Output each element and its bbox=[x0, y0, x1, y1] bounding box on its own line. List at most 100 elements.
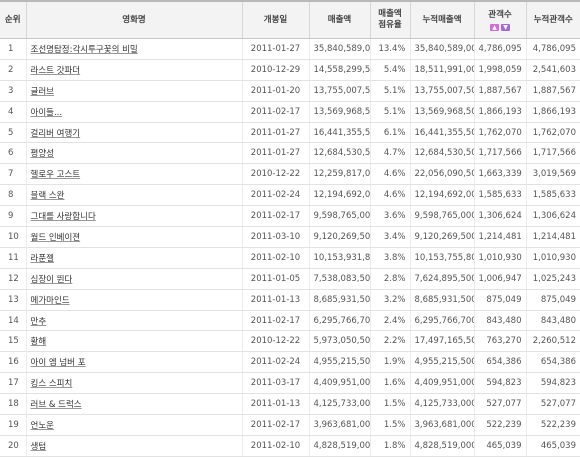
cumulative-sales-cell: 3,963,681,000 bbox=[409, 414, 474, 436]
movie-title-link[interactable]: 걸리버 여행기 bbox=[31, 129, 81, 139]
movie-title-link[interactable]: 아이 엠 넘버 포 bbox=[31, 358, 86, 368]
release-date-cell: 2011-03-17 bbox=[241, 372, 309, 395]
rank-cell: 9 bbox=[0, 205, 26, 228]
audience-cell: 1,306,624 bbox=[473, 205, 526, 228]
release-date-cell: 2011-01-27 bbox=[241, 142, 309, 165]
cumulative-audience-cell: 522,239 bbox=[525, 414, 580, 436]
share-cell: 2.4% bbox=[369, 310, 410, 332]
cumulative-sales-cell: 8,685,931,500 bbox=[409, 289, 474, 311]
movie-title-cell: 러브 & 드럭스 bbox=[25, 393, 242, 416]
title-header: 영화명 bbox=[25, 0, 242, 39]
movie-title-cell: 메가마인드 bbox=[25, 289, 242, 311]
table-row: 6평양성2011-01-2712,684,530,5004.7%12,684,5… bbox=[0, 142, 580, 165]
movie-title-link[interactable]: 평양성 bbox=[31, 149, 54, 159]
movie-title-link[interactable]: 헬로우 고스트 bbox=[31, 170, 81, 180]
cumulative-audience-cell: 1,866,193 bbox=[525, 101, 580, 123]
share-cell: 1.6% bbox=[369, 372, 410, 395]
release-date-cell: 2010-12-22 bbox=[241, 330, 309, 353]
sales-cell: 8,685,931,500 bbox=[308, 289, 370, 311]
cumulative-audience-cell: 2,541,603 bbox=[525, 59, 580, 81]
sales-cell: 10,153,931,800 bbox=[308, 247, 370, 269]
sales-cell: 12,259,817,000 bbox=[308, 163, 370, 186]
table-row: 14 만추 2011-02-17 6,295,766,700 2.4% 6,295,766… bbox=[0, 310, 580, 332]
sales-cell: 4,955,215,500 bbox=[308, 351, 370, 374]
table-row: 10 월드 인베이젼 2011-03-10 9,120,269,500 3.4% 9,12… bbox=[0, 226, 580, 248]
share-cell: 5.1% bbox=[369, 101, 410, 123]
share-cell: 4.6% bbox=[369, 184, 410, 207]
rank-cell: 7 bbox=[0, 163, 26, 186]
rank-cell: 11 bbox=[0, 247, 26, 269]
cumulative-sales-cell: 35,840,589,000 bbox=[409, 38, 474, 60]
movie-title-link[interactable]: 만추 bbox=[31, 317, 47, 327]
audience-cell: 594,823 bbox=[473, 372, 526, 395]
box-office-table: 순위 영화명 개봉일 매출액 매출액 점유율 누적매출액 관객수 ▲ ▼ 누적관… bbox=[0, 0, 580, 457]
share-cell: 13.4% bbox=[369, 38, 410, 60]
table-row: 7 헬로우 고스트 2010-12-2212,259,817,0004.6%22,0… bbox=[0, 163, 580, 186]
release-date-cell: 2011-02-10 bbox=[241, 435, 309, 457]
movie-title-link[interactable]: 심장이 뛴다 bbox=[31, 275, 73, 285]
share-cell: 1.9% bbox=[369, 351, 410, 374]
movie-title-link[interactable]: 황해 bbox=[31, 337, 47, 347]
cumulative-audience-cell: 1,214,481 bbox=[525, 226, 580, 248]
movie-title-cell: 글러브 bbox=[25, 80, 242, 102]
sort-controls: ▲ ▼ bbox=[475, 23, 526, 31]
rank-cell: 5 bbox=[0, 122, 26, 144]
share-cell: 5.4% bbox=[369, 59, 410, 81]
movie-title-cell: 라스트 갓파더 bbox=[25, 59, 242, 81]
sales-cell: 4,125,733,000 bbox=[308, 393, 370, 416]
movie-title-link[interactable]: 러브 & 드럭스 bbox=[31, 400, 82, 410]
movie-title-link[interactable]: 글러브 bbox=[31, 87, 54, 97]
sort-descending-icon[interactable]: ▼ bbox=[501, 23, 510, 31]
sales-cell: 3,963,681,000 bbox=[308, 414, 370, 436]
cumulative-audience-cell: 654,386 bbox=[525, 351, 580, 374]
cumulative-sales-cell: 4,125,733,000 bbox=[409, 393, 474, 416]
rank-cell: 20 bbox=[0, 435, 26, 457]
sales-cell: 9,120,269,500 bbox=[308, 226, 370, 248]
release-date-header: 개봉일 bbox=[241, 0, 309, 39]
release-date-cell: 2011-01-27 bbox=[241, 122, 309, 144]
share-cell: 3.4% bbox=[369, 226, 410, 248]
cumulative-audience-cell: 594,823 bbox=[525, 372, 580, 395]
cumulative-sales-cell: 6,295,766,700 bbox=[409, 310, 474, 332]
movie-title-link[interactable]: 킹스 스피치 bbox=[31, 379, 73, 389]
release-date-cell: 2011-02-17 bbox=[241, 310, 309, 332]
movie-title-link[interactable]: 월드 인베이젼 bbox=[31, 233, 81, 243]
audience-cell: 654,386 bbox=[473, 351, 526, 374]
movie-title-link[interactable]: 언노운 bbox=[31, 421, 54, 431]
sales-cell: 5,973,050,500 bbox=[308, 330, 370, 353]
cumulative-sales-cell: 16,441,355,500 bbox=[409, 122, 474, 144]
cumulative-sales-cell: 4,955,215,500 bbox=[409, 351, 474, 374]
movie-title-link[interactable]: 메가마인드 bbox=[31, 296, 70, 306]
movie-title-cell: 월드 인베이젼 bbox=[25, 226, 242, 248]
cumulative-audience-cell: 1,010,930 bbox=[525, 247, 580, 269]
movie-title-link[interactable]: 라푼젤 bbox=[31, 254, 54, 264]
sales-cell: 12,684,530,500 bbox=[308, 142, 370, 165]
cumulative-audience-header: 누적관객수 bbox=[525, 0, 580, 39]
release-date-cell: 2010-12-22 bbox=[241, 163, 309, 186]
rank-cell: 8 bbox=[0, 184, 26, 207]
share-cell: 5.1% bbox=[369, 80, 410, 102]
release-date-cell: 2011-01-13 bbox=[241, 289, 309, 311]
movie-title-link[interactable]: 라스트 갓파더 bbox=[31, 66, 81, 76]
movie-title-link[interactable]: 조선명탐정:각시투구꽃의 비밀 bbox=[31, 45, 138, 55]
rank-cell: 13 bbox=[0, 289, 26, 311]
audience-header[interactable]: 관객수 ▲ ▼ bbox=[473, 0, 526, 39]
cumulative-sales-cell: 12,684,530,500 bbox=[409, 142, 474, 165]
movie-title-link[interactable]: 블랙 스완 bbox=[31, 191, 65, 201]
movie-title-link[interactable]: 그대를 사랑합니다 bbox=[31, 212, 96, 222]
cumulative-sales-cell: 10,153,755,800 bbox=[409, 247, 474, 269]
rank-cell: 1 bbox=[0, 38, 26, 60]
audience-cell: 527,077 bbox=[473, 393, 526, 416]
audience-cell: 843,480 bbox=[473, 310, 526, 332]
movie-title-link[interactable]: 아이들... bbox=[31, 108, 63, 118]
movie-title-link[interactable]: 생텀 bbox=[31, 442, 47, 452]
audience-cell: 1,998,059 bbox=[473, 59, 526, 81]
sort-ascending-icon[interactable]: ▲ bbox=[490, 23, 499, 31]
rank-header: 순위 bbox=[0, 0, 26, 39]
cumulative-audience-cell: 4,786,095 bbox=[525, 38, 580, 60]
share-cell: 1.5% bbox=[369, 414, 410, 436]
table-row: 16 아이 엠 넘버 포 2011-02-24 4,955,215,500 1.9% 4,… bbox=[0, 351, 580, 374]
cumulative-audience-cell: 1,306,624 bbox=[525, 205, 580, 228]
movie-title-cell: 킹스 스피치 bbox=[25, 372, 242, 395]
release-date-cell: 2011-02-10 bbox=[241, 247, 309, 269]
